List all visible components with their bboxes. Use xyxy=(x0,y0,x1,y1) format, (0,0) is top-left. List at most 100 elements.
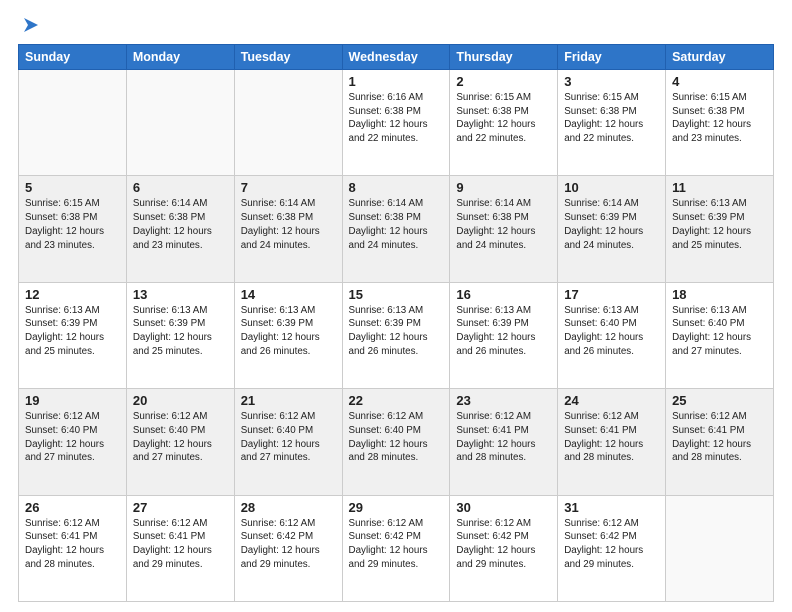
calendar-day-3: 3Sunrise: 6:15 AM Sunset: 6:38 PM Daylig… xyxy=(558,70,666,176)
calendar-day-10: 10 Sunrise: 6:14 AM Sunset: 6:39 PM Dayli… xyxy=(558,176,666,282)
day-info: Sunrise: 6:12 AM Sunset: 6:40 PM Dayligh… xyxy=(25,410,120,465)
day-number: 27 xyxy=(133,500,228,515)
day-number: 5 xyxy=(25,180,120,195)
day-number: 11 xyxy=(672,180,767,195)
day-number: 26 xyxy=(25,500,120,515)
day-info: Sunrise: 6:13 AM Sunset: 6:40 PM Dayligh… xyxy=(564,304,659,359)
logo-icon xyxy=(20,14,42,36)
calendar-day-5: 5Sunrise: 6:15 AM Sunset: 6:38 PM Daylig… xyxy=(19,176,127,282)
day-number: 31 xyxy=(564,500,659,515)
day-number: 7 xyxy=(241,180,336,195)
calendar-day-8: 8 Sunrise: 6:14 AM Sunset: 6:38 PM Daylig… xyxy=(342,176,450,282)
calendar-empty xyxy=(126,70,234,176)
day-info: Sunrise: 6:14 AM Sunset: 6:39 PM Dayligh… xyxy=(564,197,659,252)
day-info: Sunrise: 6:14 AM Sunset: 6:38 PM Dayligh… xyxy=(349,197,444,252)
calendar-day-11: 11 Sunrise: 6:13 AM Sunset: 6:39 PM Dayli… xyxy=(666,176,774,282)
day-info: Sunrise: 6:16 AM Sunset: 6:38 PM Dayligh… xyxy=(349,91,444,146)
day-number: 8 xyxy=(349,180,444,195)
calendar-day-29: 29Sunrise: 6:12 AM Sunset: 6:42 PM Dayli… xyxy=(342,495,450,601)
day-number: 9 xyxy=(456,180,551,195)
day-number: 14 xyxy=(241,287,336,302)
calendar-day-21: 21 Sunrise: 6:12 AM Sunset: 6:40 PM Dayli… xyxy=(234,389,342,495)
day-number: 18 xyxy=(672,287,767,302)
calendar-day-18: 18 Sunrise: 6:13 AM Sunset: 6:40 PM Dayli… xyxy=(666,282,774,388)
calendar-header-tuesday: Tuesday xyxy=(234,45,342,70)
day-info: Sunrise: 6:15 AM Sunset: 6:38 PM Dayligh… xyxy=(564,91,659,146)
day-info: Sunrise: 6:12 AM Sunset: 6:41 PM Dayligh… xyxy=(672,410,767,465)
calendar-day-28: 28 Sunrise: 6:12 AM Sunset: 6:42 PM Dayli… xyxy=(234,495,342,601)
calendar-day-4: 4Sunrise: 6:15 AM Sunset: 6:38 PM Daylig… xyxy=(666,70,774,176)
day-number: 22 xyxy=(349,393,444,408)
day-info: Sunrise: 6:13 AM Sunset: 6:39 PM Dayligh… xyxy=(241,304,336,359)
calendar-day-14: 14 Sunrise: 6:13 AM Sunset: 6:39 PM Dayli… xyxy=(234,282,342,388)
calendar-day-9: 9 Sunrise: 6:14 AM Sunset: 6:38 PM Daylig… xyxy=(450,176,558,282)
calendar-week-row: 12 Sunrise: 6:13 AM Sunset: 6:39 PM Dayli… xyxy=(19,282,774,388)
day-number: 30 xyxy=(456,500,551,515)
calendar-day-17: 17 Sunrise: 6:13 AM Sunset: 6:40 PM Dayli… xyxy=(558,282,666,388)
day-info: Sunrise: 6:15 AM Sunset: 6:38 PM Dayligh… xyxy=(456,91,551,146)
day-info: Sunrise: 6:14 AM Sunset: 6:38 PM Dayligh… xyxy=(241,197,336,252)
calendar-header-thursday: Thursday xyxy=(450,45,558,70)
day-info: Sunrise: 6:12 AM Sunset: 6:42 PM Dayligh… xyxy=(564,517,659,572)
calendar-day-2: 2Sunrise: 6:15 AM Sunset: 6:38 PM Daylig… xyxy=(450,70,558,176)
calendar-header-saturday: Saturday xyxy=(666,45,774,70)
calendar-day-12: 12 Sunrise: 6:13 AM Sunset: 6:39 PM Dayli… xyxy=(19,282,127,388)
day-info: Sunrise: 6:12 AM Sunset: 6:40 PM Dayligh… xyxy=(133,410,228,465)
calendar-day-27: 27Sunrise: 6:12 AM Sunset: 6:41 PM Dayli… xyxy=(126,495,234,601)
day-number: 12 xyxy=(25,287,120,302)
calendar-day-13: 13 Sunrise: 6:13 AM Sunset: 6:39 PM Dayli… xyxy=(126,282,234,388)
calendar-day-15: 15Sunrise: 6:13 AM Sunset: 6:39 PM Dayli… xyxy=(342,282,450,388)
calendar-week-row: 26 Sunrise: 6:12 AM Sunset: 6:41 PM Dayli… xyxy=(19,495,774,601)
day-number: 10 xyxy=(564,180,659,195)
calendar-day-25: 25 Sunrise: 6:12 AM Sunset: 6:41 PM Dayli… xyxy=(666,389,774,495)
calendar-header-monday: Monday xyxy=(126,45,234,70)
calendar-day-16: 16Sunrise: 6:13 AM Sunset: 6:39 PM Dayli… xyxy=(450,282,558,388)
day-info: Sunrise: 6:14 AM Sunset: 6:38 PM Dayligh… xyxy=(456,197,551,252)
header xyxy=(18,16,774,34)
day-number: 29 xyxy=(349,500,444,515)
day-number: 1 xyxy=(349,74,444,89)
calendar-empty xyxy=(666,495,774,601)
day-info: Sunrise: 6:14 AM Sunset: 6:38 PM Dayligh… xyxy=(133,197,228,252)
calendar-day-6: 6Sunrise: 6:14 AM Sunset: 6:38 PM Daylig… xyxy=(126,176,234,282)
day-info: Sunrise: 6:13 AM Sunset: 6:39 PM Dayligh… xyxy=(25,304,120,359)
calendar-week-row: 19Sunrise: 6:12 AM Sunset: 6:40 PM Dayli… xyxy=(19,389,774,495)
day-info: Sunrise: 6:13 AM Sunset: 6:39 PM Dayligh… xyxy=(133,304,228,359)
logo xyxy=(18,16,42,34)
calendar-header-sunday: Sunday xyxy=(19,45,127,70)
calendar-empty xyxy=(19,70,127,176)
day-info: Sunrise: 6:12 AM Sunset: 6:41 PM Dayligh… xyxy=(456,410,551,465)
day-info: Sunrise: 6:13 AM Sunset: 6:40 PM Dayligh… xyxy=(672,304,767,359)
calendar-day-20: 20 Sunrise: 6:12 AM Sunset: 6:40 PM Dayli… xyxy=(126,389,234,495)
calendar-day-22: 22 Sunrise: 6:12 AM Sunset: 6:40 PM Dayli… xyxy=(342,389,450,495)
day-number: 23 xyxy=(456,393,551,408)
day-info: Sunrise: 6:12 AM Sunset: 6:40 PM Dayligh… xyxy=(241,410,336,465)
calendar-table: SundayMondayTuesdayWednesdayThursdayFrid… xyxy=(18,44,774,602)
day-info: Sunrise: 6:12 AM Sunset: 6:41 PM Dayligh… xyxy=(564,410,659,465)
day-info: Sunrise: 6:12 AM Sunset: 6:41 PM Dayligh… xyxy=(25,517,120,572)
day-number: 16 xyxy=(456,287,551,302)
day-info: Sunrise: 6:13 AM Sunset: 6:39 PM Dayligh… xyxy=(672,197,767,252)
calendar-day-31: 31 Sunrise: 6:12 AM Sunset: 6:42 PM Dayli… xyxy=(558,495,666,601)
day-info: Sunrise: 6:12 AM Sunset: 6:40 PM Dayligh… xyxy=(349,410,444,465)
calendar-day-24: 24Sunrise: 6:12 AM Sunset: 6:41 PM Dayli… xyxy=(558,389,666,495)
calendar-week-row: 1 Sunrise: 6:16 AM Sunset: 6:38 PM Daylig… xyxy=(19,70,774,176)
calendar-day-7: 7 Sunrise: 6:14 AM Sunset: 6:38 PM Daylig… xyxy=(234,176,342,282)
day-number: 25 xyxy=(672,393,767,408)
calendar-header-friday: Friday xyxy=(558,45,666,70)
calendar-day-26: 26 Sunrise: 6:12 AM Sunset: 6:41 PM Dayli… xyxy=(19,495,127,601)
day-info: Sunrise: 6:12 AM Sunset: 6:42 PM Dayligh… xyxy=(241,517,336,572)
day-number: 17 xyxy=(564,287,659,302)
calendar-header-wednesday: Wednesday xyxy=(342,45,450,70)
day-info: Sunrise: 6:12 AM Sunset: 6:42 PM Dayligh… xyxy=(456,517,551,572)
day-info: Sunrise: 6:13 AM Sunset: 6:39 PM Dayligh… xyxy=(349,304,444,359)
day-number: 21 xyxy=(241,393,336,408)
calendar-day-23: 23 Sunrise: 6:12 AM Sunset: 6:41 PM Dayli… xyxy=(450,389,558,495)
page: SundayMondayTuesdayWednesdayThursdayFrid… xyxy=(0,0,792,612)
day-number: 28 xyxy=(241,500,336,515)
day-number: 20 xyxy=(133,393,228,408)
day-number: 13 xyxy=(133,287,228,302)
day-number: 4 xyxy=(672,74,767,89)
calendar-empty xyxy=(234,70,342,176)
calendar-header-row: SundayMondayTuesdayWednesdayThursdayFrid… xyxy=(19,45,774,70)
